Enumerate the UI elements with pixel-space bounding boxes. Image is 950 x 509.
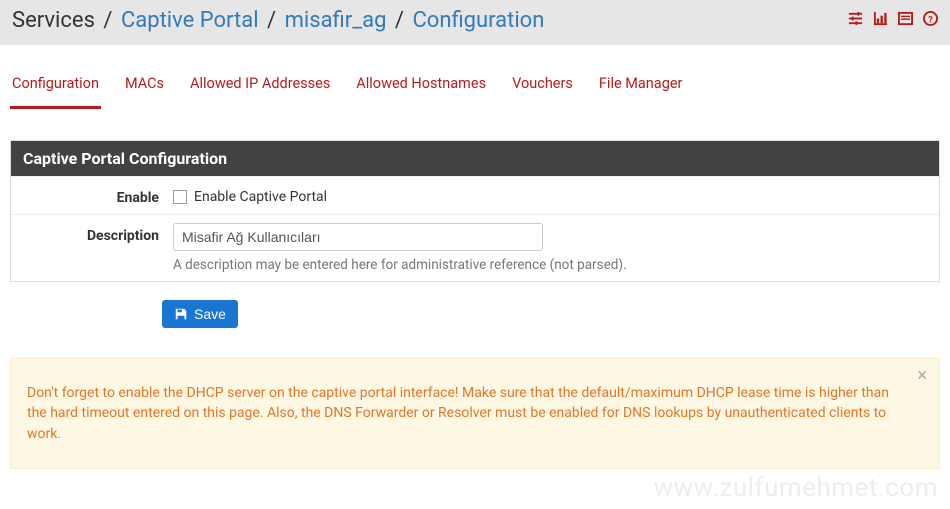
breadcrumb-link-configuration[interactable]: Configuration: [412, 8, 544, 33]
breadcrumb-sep: /: [267, 8, 276, 33]
tab-bar: Configuration MACs Allowed IP Addresses …: [0, 45, 950, 110]
enable-checkbox-label: Enable Captive Portal: [194, 189, 327, 205]
breadcrumb-sep: /: [103, 8, 112, 33]
description-help: A description may be entered here for ad…: [173, 257, 927, 273]
tab-file-manager[interactable]: File Manager: [597, 69, 685, 109]
tab-vouchers[interactable]: Vouchers: [510, 69, 575, 109]
breadcrumb-link-zone[interactable]: misafir_ag: [285, 8, 387, 33]
page-header: Services / Captive Portal / misafir_ag /…: [0, 0, 950, 45]
dhcp-warning-alert: × Don't forget to enable the DHCP server…: [10, 358, 940, 469]
breadcrumb: Services / Captive Portal / misafir_ag /…: [12, 8, 544, 33]
config-panel: Captive Portal Configuration Enable Enab…: [10, 140, 940, 282]
header-action-icons: ?: [848, 11, 938, 30]
tab-configuration[interactable]: Configuration: [10, 69, 101, 109]
save-icon: [174, 307, 188, 321]
alert-close-icon[interactable]: ×: [917, 367, 927, 385]
row-enable: Enable Enable Captive Portal: [11, 176, 939, 214]
enable-checkbox-wrap[interactable]: Enable Captive Portal: [173, 185, 927, 205]
svg-text:?: ?: [928, 14, 933, 25]
label-enable: Enable: [23, 185, 173, 206]
tab-macs[interactable]: MACs: [123, 69, 166, 109]
row-description: Description A description may be entered…: [11, 214, 939, 281]
help-icon[interactable]: ?: [923, 11, 938, 30]
panel-title: Captive Portal Configuration: [11, 141, 939, 176]
alert-text: Don't forget to enable the DHCP server o…: [27, 385, 889, 442]
label-description: Description: [23, 223, 173, 244]
watermark: www.zulfumehmet.com: [654, 473, 938, 503]
breadcrumb-link-captive-portal[interactable]: Captive Portal: [121, 8, 259, 33]
save-button-label: Save: [194, 306, 226, 322]
status-graph-icon[interactable]: [873, 11, 888, 30]
save-row: Save: [0, 282, 950, 348]
log-icon[interactable]: [898, 11, 913, 30]
description-input[interactable]: [173, 223, 543, 251]
save-button[interactable]: Save: [162, 300, 238, 328]
tab-allowed-hostnames[interactable]: Allowed Hostnames: [354, 69, 488, 109]
settings-sliders-icon[interactable]: [848, 11, 863, 30]
tab-allowed-ips[interactable]: Allowed IP Addresses: [188, 69, 332, 109]
breadcrumb-root: Services: [12, 8, 95, 33]
enable-checkbox[interactable]: [173, 190, 187, 204]
breadcrumb-sep: /: [395, 8, 404, 33]
